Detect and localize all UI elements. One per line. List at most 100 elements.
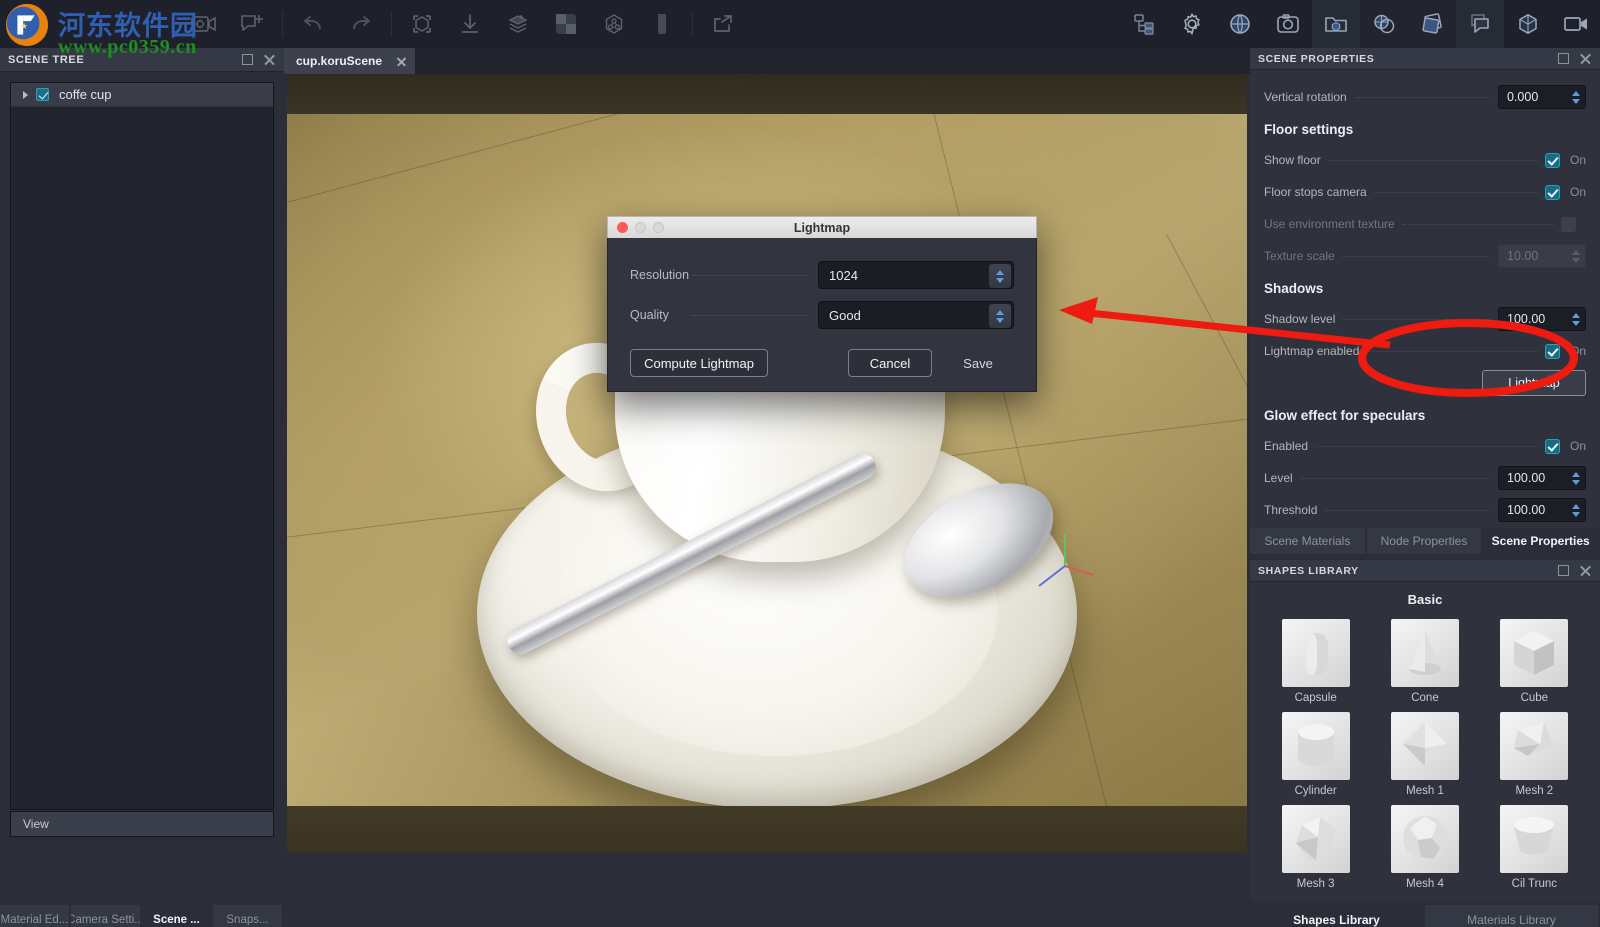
gear-icon[interactable] <box>1168 0 1216 48</box>
add-note-icon[interactable] <box>228 0 276 48</box>
glow-enabled-checkbox[interactable] <box>1545 439 1560 454</box>
close-icon[interactable] <box>396 56 407 67</box>
save-button[interactable]: Save <box>942 349 1014 377</box>
cancel-button[interactable]: Cancel <box>848 349 932 377</box>
shape-item-cone[interactable]: Cone <box>1373 619 1476 704</box>
shape-item-mesh-3[interactable]: Mesh 3 <box>1264 805 1367 890</box>
export-icon[interactable] <box>699 0 747 48</box>
chevron-down-icon[interactable] <box>996 278 1004 283</box>
video-icon[interactable] <box>1552 0 1600 48</box>
prop-floor-stops-camera: Floor stops camera On <box>1264 177 1586 207</box>
show-floor-checkbox[interactable] <box>1545 153 1560 168</box>
spinner-stepper[interactable] <box>1568 500 1584 520</box>
maximize-icon[interactable] <box>1558 565 1569 576</box>
close-icon[interactable] <box>263 53 276 66</box>
textures-icon[interactable] <box>1408 0 1456 48</box>
shape-item-mesh-1[interactable]: Mesh 1 <box>1373 712 1476 797</box>
lightmap-enabled-checkbox[interactable] <box>1545 344 1560 359</box>
spinner-stepper[interactable] <box>1568 87 1584 107</box>
camera-icon[interactable] <box>1264 0 1312 48</box>
tab-scene-materials[interactable]: Scene Materials <box>1250 528 1367 554</box>
chevron-up-icon[interactable] <box>996 310 1004 315</box>
tab-shapes-library[interactable]: Shapes Library <box>1250 905 1425 927</box>
shapes-group-title: Basic <box>1250 592 1600 607</box>
globe-icon[interactable] <box>1216 0 1264 48</box>
prop-label: Vertical rotation <box>1264 90 1347 104</box>
lightmap-button[interactable]: Lightmap <box>1482 370 1586 396</box>
bounding-box-icon[interactable] <box>398 0 446 48</box>
materials-library-icon[interactable] <box>1360 0 1408 48</box>
tab-snapshots[interactable]: Snaps... <box>213 905 282 927</box>
chevron-up-icon[interactable] <box>1572 250 1580 255</box>
resolution-select[interactable]: 1024 <box>818 261 1014 289</box>
use-environment-texture-checkbox[interactable] <box>1561 217 1576 232</box>
chevron-down-icon[interactable] <box>1572 321 1580 326</box>
cube-icon[interactable] <box>1504 0 1552 48</box>
import-icon[interactable] <box>446 0 494 48</box>
tab-node-properties[interactable]: Node Properties <box>1367 528 1484 554</box>
node-visibility-checkbox[interactable] <box>36 88 49 101</box>
resolution-stepper[interactable] <box>989 264 1011 288</box>
compute-lightmap-button[interactable]: Compute Lightmap <box>630 349 768 377</box>
chevron-up-icon[interactable] <box>1572 472 1580 477</box>
spinner-stepper[interactable] <box>1568 246 1584 266</box>
chevron-down-icon[interactable] <box>996 318 1004 323</box>
chevron-up-icon[interactable] <box>996 270 1004 275</box>
tab-label: Materials Library <box>1467 913 1556 927</box>
chevron-down-icon[interactable] <box>1572 512 1580 517</box>
shape-item-cil-trunc[interactable]: Cil Trunc <box>1483 805 1586 890</box>
quality-select[interactable]: Good <box>818 301 1014 329</box>
comments-icon[interactable] <box>1456 0 1504 48</box>
undo-icon[interactable] <box>289 0 337 48</box>
checker-icon[interactable] <box>542 0 590 48</box>
chevron-up-icon[interactable] <box>1572 91 1580 96</box>
texture-scale-input[interactable]: 10.00 <box>1498 244 1586 268</box>
glow-level-input[interactable]: 100.00 <box>1498 466 1586 490</box>
quality-label: Quality <box>630 308 686 322</box>
scene-tree-icon[interactable] <box>1120 0 1168 48</box>
maximize-icon[interactable] <box>1558 53 1569 64</box>
chevron-right-icon[interactable] <box>23 91 28 99</box>
material-icon[interactable] <box>638 0 686 48</box>
quality-stepper[interactable] <box>989 304 1011 328</box>
shape-label: Mesh 4 <box>1406 878 1444 890</box>
shape-item-capsule[interactable]: Capsule <box>1264 619 1367 704</box>
shape-item-cube[interactable]: Cube <box>1483 619 1586 704</box>
tab-scene-properties[interactable]: Scene Properties <box>1483 528 1600 554</box>
chevron-up-icon[interactable] <box>1572 313 1580 318</box>
scene-document-tab-close[interactable] <box>396 56 407 67</box>
chevron-up-icon[interactable] <box>1572 504 1580 509</box>
tab-label: Material Ed... <box>1 914 69 926</box>
tab-camera-settings[interactable]: Camera Setti... <box>71 905 140 927</box>
shape-item-cylinder[interactable]: Cylinder <box>1264 712 1367 797</box>
glow-threshold-input[interactable]: 100.00 <box>1498 498 1586 522</box>
lightmap-dialog[interactable]: Lightmap Resolution 1024 Quality Good <box>607 216 1037 392</box>
layers-icon[interactable] <box>494 0 542 48</box>
floor-stops-camera-checkbox[interactable] <box>1545 185 1560 200</box>
spinner-stepper[interactable] <box>1568 468 1584 488</box>
3d-viewport[interactable] <box>287 74 1247 853</box>
vertical-rotation-input[interactable]: 0.000 <box>1498 85 1586 109</box>
tab-materials-library[interactable]: Materials Library <box>1425 905 1600 927</box>
close-icon[interactable] <box>1579 52 1592 65</box>
resolution-value: 1024 <box>829 268 858 283</box>
shadow-level-input[interactable]: 100.00 <box>1498 307 1586 331</box>
shape-item-mesh-4[interactable]: Mesh 4 <box>1373 805 1476 890</box>
shape-label: Capsule <box>1295 692 1337 704</box>
folder-shape-icon[interactable] <box>1312 0 1360 48</box>
maximize-icon[interactable] <box>242 54 253 65</box>
leader-line <box>1343 319 1490 320</box>
redo-icon[interactable] <box>337 0 385 48</box>
tab-scene[interactable]: Scene ... <box>142 905 211 927</box>
scene-document-tab[interactable]: cup.koruScene <box>284 48 415 74</box>
spinner-stepper[interactable] <box>1568 309 1584 329</box>
chevron-down-icon[interactable] <box>1572 480 1580 485</box>
chevron-down-icon[interactable] <box>1572 258 1580 263</box>
tab-material-editor[interactable]: Material Ed... <box>0 905 69 927</box>
view-button[interactable]: View <box>10 811 274 837</box>
chevron-down-icon[interactable] <box>1572 99 1580 104</box>
node-graph-icon[interactable] <box>590 0 638 48</box>
shape-item-mesh-2[interactable]: Mesh 2 <box>1483 712 1586 797</box>
tree-node-coffe-cup[interactable]: coffe cup <box>11 83 273 107</box>
close-icon[interactable] <box>1579 564 1592 577</box>
